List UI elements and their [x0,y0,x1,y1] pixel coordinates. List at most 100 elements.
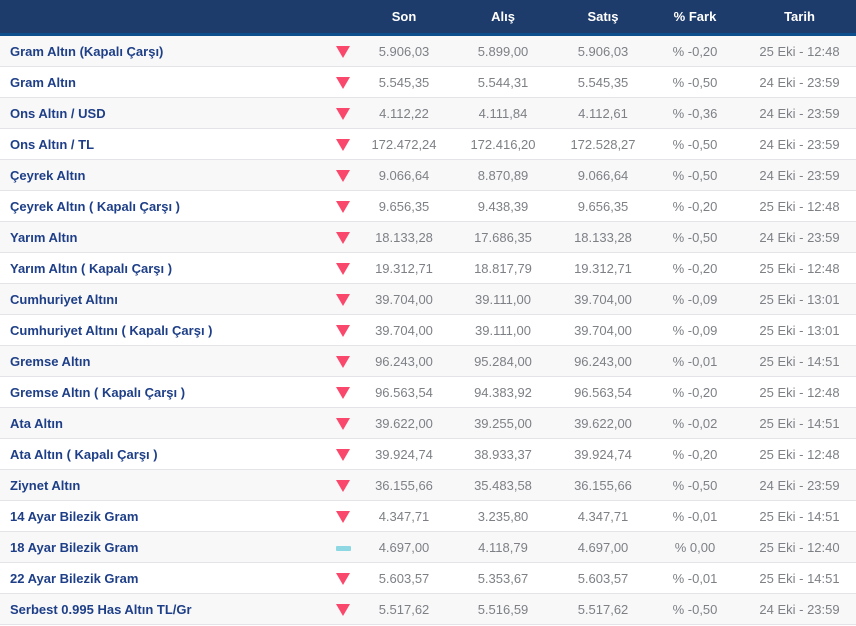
instrument-name-link[interactable]: Ata Altın ( Kapalı Çarşı ) [0,447,325,462]
instrument-name-link[interactable]: Gram Altın (Kapalı Çarşı) [0,44,325,59]
fark-value: % -0,02 [672,415,718,431]
instrument-name-link[interactable]: Gram Altın [0,75,325,90]
tarih-value: 25 Eki - 12:40 [759,539,840,555]
alis-value: 5.544,31 [477,74,529,90]
alis-value: 172.416,20 [470,136,536,152]
son-value: 9.656,35 [378,198,430,214]
gold-prices-table: Son Alış Satış % Fark Tarih Gram Altın (… [0,0,856,625]
tarih-value: 25 Eki - 12:48 [759,198,840,214]
alis-value: 35.483,58 [474,477,532,493]
tarih-value: 25 Eki - 13:01 [759,322,840,338]
table-row[interactable]: Cumhuriyet Altını 39.704,00 39.111,00 39.70… [0,284,856,315]
table-row[interactable]: 14 Ayar Bilezik Gram 4.347,71 3.235,80 4.34… [0,501,856,532]
son-value: 5.517,62 [378,601,430,617]
alis-value: 38.933,37 [474,446,532,462]
son-value: 5.603,57 [378,570,430,586]
instrument-name-link[interactable]: Ons Altın / TL [0,137,325,152]
son-value: 4.112,22 [379,105,429,121]
table-row[interactable]: Gremse Altın ( Kapalı Çarşı ) 96.563,54 94… [0,377,856,408]
instrument-name-link[interactable]: Serbest 0.995 Has Altın TL/Gr [0,602,325,617]
fark-value: % -0,50 [672,229,718,245]
instrument-name-link[interactable]: 18 Ayar Bilezik Gram [0,540,325,555]
satis-value: 39.704,00 [574,291,632,307]
table-header: Son Alış Satış % Fark Tarih [0,0,856,36]
fark-value: % -0,20 [672,384,718,400]
satis-value: 9.656,35 [577,198,629,214]
instrument-name-link[interactable]: Yarım Altın ( Kapalı Çarşı ) [0,261,325,276]
instrument-name-link[interactable]: Ziynet Altın [0,478,325,493]
son-value: 5.906,03 [378,43,430,59]
instrument-name-link[interactable]: Gremse Altın ( Kapalı Çarşı ) [0,385,325,400]
instrument-name-link[interactable]: Yarım Altın [0,230,325,245]
son-value: 36.155,66 [375,477,433,493]
trend-cell [325,292,361,307]
trend-down-arrow-icon [336,232,350,245]
table-row[interactable]: Cumhuriyet Altını ( Kapalı Çarşı ) 39.704… [0,315,856,346]
table-row[interactable]: Yarım Altın ( Kapalı Çarşı ) 19.312,71 18.… [0,253,856,284]
instrument-name-link[interactable]: Ons Altın / USD [0,106,325,121]
table-row[interactable]: Serbest 0.995 Has Altın TL/Gr 5.517,62 5.5… [0,594,856,625]
tarih-value: 25 Eki - 14:51 [759,353,840,369]
fark-value: % -0,50 [672,74,718,90]
tarih-value: 25 Eki - 12:48 [759,260,840,276]
table-row[interactable]: Çeyrek Altın ( Kapalı Çarşı ) 9.656,35 9.4… [0,191,856,222]
trend-cell [325,106,361,121]
tarih-value: 25 Eki - 14:51 [759,415,840,431]
trend-down-arrow-icon [336,108,350,121]
trend-cell [325,509,361,524]
table-row[interactable]: Ata Altın ( Kapalı Çarşı ) 39.924,74 38.93… [0,439,856,470]
son-value: 172.472,24 [371,136,437,152]
tarih-value: 24 Eki - 23:59 [759,167,840,183]
table-row[interactable]: Ons Altın / USD 4.112,22 4.111,84 4.112,61%… [0,98,856,129]
tarih-value: 25 Eki - 14:51 [759,508,840,524]
tarih-value: 24 Eki - 23:59 [759,601,840,617]
trend-cell [325,137,361,152]
fark-value: % -0,09 [672,291,718,307]
alis-value: 3.235,80 [477,508,529,524]
alis-value: 8.870,89 [477,167,529,183]
instrument-name-link[interactable]: Gremse Altın [0,354,325,369]
satis-value: 36.155,66 [574,477,632,493]
son-value: 39.924,74 [375,446,433,462]
table-row[interactable]: Ata Altın 39.622,00 39.255,00 39.622,00 % -0… [0,408,856,439]
instrument-name-link[interactable]: 22 Ayar Bilezik Gram [0,571,325,586]
table-row[interactable]: Çeyrek Altın 9.066,64 8.870,89 9.066,64 % -0… [0,160,856,191]
trend-flat-dash-icon [335,545,351,551]
table-row[interactable]: Ziynet Altın 36.155,66 35.483,58 36.155,66%… [0,470,856,501]
instrument-name-link[interactable]: Ata Altın [0,416,325,431]
trend-cell [325,447,361,462]
table-row[interactable]: 18 Ayar Bilezik Gram 4.697,00 4.118,79 4.69… [0,532,856,563]
son-value: 39.704,00 [375,291,433,307]
trend-down-arrow-icon [336,46,350,59]
table-row[interactable]: Gremse Altın 96.243,00 95.284,00 96.243,00%… [0,346,856,377]
table-row[interactable]: 22 Ayar Bilezik Gram 5.603,57 5.353,67 5.60… [0,563,856,594]
trend-down-arrow-icon [336,480,350,493]
instrument-name-link[interactable]: Çeyrek Altın ( Kapalı Çarşı ) [0,199,325,214]
trend-cell [325,261,361,276]
instrument-name-link[interactable]: Cumhuriyet Altını ( Kapalı Çarşı ) [0,323,325,338]
instrument-name-link[interactable]: 14 Ayar Bilezik Gram [0,509,325,524]
trend-down-arrow-icon [336,449,350,462]
son-value: 4.347,71 [378,508,430,524]
trend-cell [325,230,361,245]
son-value: 5.545,35 [378,74,430,90]
instrument-name-link[interactable]: Çeyrek Altın [0,168,325,183]
alis-value: 5.353,67 [477,570,529,586]
fark-value: % 0,00 [674,539,716,555]
trend-down-arrow-icon [336,418,350,431]
trend-cell [325,168,361,183]
fark-value: % -0,50 [672,477,718,493]
table-row[interactable]: Ons Altın / TL 172.472,24 172.416,20 172.52… [0,129,856,160]
son-value: 39.704,00 [375,322,433,338]
instrument-name-link[interactable]: Cumhuriyet Altını [0,292,325,307]
table-row[interactable]: Yarım Altın 18.133,28 17.686,35 18.133,28 % … [0,222,856,253]
trend-down-arrow-icon [336,604,350,617]
satis-value: 39.704,00 [574,322,632,338]
trend-cell [325,478,361,493]
trend-down-arrow-icon [336,511,350,524]
fark-value: % -0,09 [672,322,718,338]
satis-value: 5.545,35 [577,74,629,90]
tarih-value: 24 Eki - 23:59 [759,74,840,90]
table-row[interactable]: Gram Altın 5.545,35 5.544,31 5.545,35 % -0,5… [0,67,856,98]
table-row[interactable]: Gram Altın (Kapalı Çarşı) 5.906,03 5.899,0… [0,36,856,67]
